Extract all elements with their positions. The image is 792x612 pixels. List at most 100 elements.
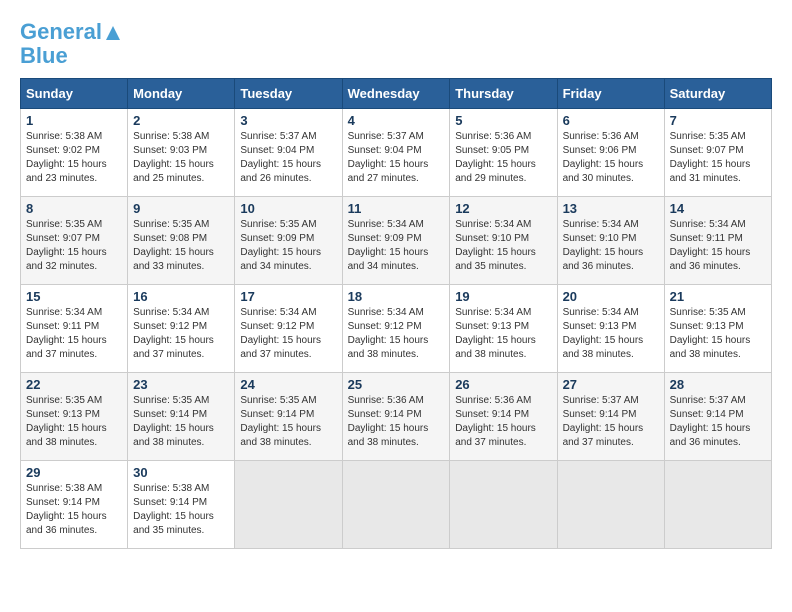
calendar-cell: 24 Sunrise: 5:35 AM Sunset: 9:14 PM Dayli… [235,373,342,461]
weekday-header: Thursday [450,79,557,109]
weekday-header-row: SundayMondayTuesdayWednesdayThursdayFrid… [21,79,772,109]
day-number: 17 [240,289,336,304]
calendar-cell: 27Sunrise: 5:37 AM Sunset: 9:14 PM Dayli… [557,373,664,461]
day-info: Sunrise: 5:34 AM Sunset: 9:10 PM Dayligh… [563,218,659,274]
calendar-cell: 2 Sunrise: 5:38 AM Sunset: 9:03 PM Daylig… [128,109,235,197]
calendar-week-row: 22 Sunrise: 5:35 AM Sunset: 9:13 PM Dayli… [21,373,772,461]
day-number: 23 [133,377,229,392]
day-number: 28 [670,377,766,392]
calendar-cell: 19 Sunrise: 5:34 AM Sunset: 9:13 PM Dayli… [450,285,557,373]
day-number: 22 [26,377,122,392]
day-info: Sunrise: 5:34 AM Sunset: 9:11 PM Dayligh… [670,218,766,274]
day-info: Sunrise: 5:37 AM Sunset: 9:14 PM Dayligh… [563,394,659,450]
calendar-cell: 13Sunrise: 5:34 AM Sunset: 9:10 PM Dayli… [557,197,664,285]
calendar-cell: 14 Sunrise: 5:34 AM Sunset: 9:11 PM Dayli… [664,197,771,285]
day-info: Sunrise: 5:35 AM Sunset: 9:09 PM Dayligh… [240,218,336,274]
logo-icon [104,24,122,42]
day-info: Sunrise: 5:34 AM Sunset: 9:09 PM Dayligh… [348,218,445,274]
calendar-cell: 10Sunrise: 5:35 AM Sunset: 9:09 PM Dayli… [235,197,342,285]
day-info: Sunrise: 5:36 AM Sunset: 9:06 PM Dayligh… [563,130,659,186]
calendar-cell: 16 Sunrise: 5:34 AM Sunset: 9:12 PM Dayli… [128,285,235,373]
day-number: 2 [133,113,229,128]
calendar-cell: 12 Sunrise: 5:34 AM Sunset: 9:10 PM Dayli… [450,197,557,285]
calendar-cell: 17 Sunrise: 5:34 AM Sunset: 9:12 PM Dayli… [235,285,342,373]
day-info: Sunrise: 5:35 AM Sunset: 9:07 PM Dayligh… [26,218,122,274]
day-number: 9 [133,201,229,216]
day-number: 25 [348,377,445,392]
calendar-cell: 9 Sunrise: 5:35 AM Sunset: 9:08 PM Daylig… [128,197,235,285]
calendar-week-row: 15Sunrise: 5:34 AM Sunset: 9:11 PM Dayli… [21,285,772,373]
weekday-header: Wednesday [342,79,450,109]
day-number: 18 [348,289,445,304]
calendar-cell: 23 Sunrise: 5:35 AM Sunset: 9:14 PM Dayli… [128,373,235,461]
day-info: Sunrise: 5:36 AM Sunset: 9:14 PM Dayligh… [348,394,445,450]
day-info: Sunrise: 5:34 AM Sunset: 9:12 PM Dayligh… [240,306,336,362]
logo-text: General Blue [20,20,122,68]
day-number: 15 [26,289,122,304]
weekday-header: Sunday [21,79,128,109]
calendar-cell [557,461,664,549]
day-number: 20 [563,289,659,304]
day-info: Sunrise: 5:34 AM Sunset: 9:13 PM Dayligh… [455,306,551,362]
day-info: Sunrise: 5:35 AM Sunset: 9:07 PM Dayligh… [670,130,766,186]
day-number: 16 [133,289,229,304]
day-number: 21 [670,289,766,304]
calendar-week-row: 1Sunrise: 5:38 AM Sunset: 9:02 PM Daylig… [21,109,772,197]
day-info: Sunrise: 5:36 AM Sunset: 9:05 PM Dayligh… [455,130,551,186]
weekday-header: Tuesday [235,79,342,109]
calendar-cell: 15Sunrise: 5:34 AM Sunset: 9:11 PM Dayli… [21,285,128,373]
day-number: 12 [455,201,551,216]
day-number: 14 [670,201,766,216]
weekday-header: Saturday [664,79,771,109]
calendar-cell [450,461,557,549]
day-number: 3 [240,113,336,128]
calendar-cell [664,461,771,549]
day-info: Sunrise: 5:35 AM Sunset: 9:14 PM Dayligh… [133,394,229,450]
calendar-cell: 7 Sunrise: 5:35 AM Sunset: 9:07 PM Daylig… [664,109,771,197]
day-number: 7 [670,113,766,128]
calendar-cell: 4Sunrise: 5:37 AM Sunset: 9:04 PM Daylig… [342,109,450,197]
day-number: 11 [348,201,445,216]
calendar-cell: 30Sunrise: 5:38 AM Sunset: 9:14 PM Dayli… [128,461,235,549]
calendar-cell [235,461,342,549]
calendar-cell: 20 Sunrise: 5:34 AM Sunset: 9:13 PM Dayli… [557,285,664,373]
day-number: 8 [26,201,122,216]
day-info: Sunrise: 5:35 AM Sunset: 9:08 PM Dayligh… [133,218,229,274]
calendar-cell: 25 Sunrise: 5:36 AM Sunset: 9:14 PM Dayli… [342,373,450,461]
day-info: Sunrise: 5:34 AM Sunset: 9:10 PM Dayligh… [455,218,551,274]
calendar-cell: 22 Sunrise: 5:35 AM Sunset: 9:13 PM Dayli… [21,373,128,461]
calendar-cell: 3Sunrise: 5:37 AM Sunset: 9:04 PM Daylig… [235,109,342,197]
day-number: 29 [26,465,122,480]
calendar-cell: 28Sunrise: 5:37 AM Sunset: 9:14 PM Dayli… [664,373,771,461]
day-info: Sunrise: 5:38 AM Sunset: 9:14 PM Dayligh… [26,482,122,538]
day-number: 19 [455,289,551,304]
day-number: 24 [240,377,336,392]
day-number: 6 [563,113,659,128]
weekday-header: Friday [557,79,664,109]
day-number: 5 [455,113,551,128]
calendar-cell: 26 Sunrise: 5:36 AM Sunset: 9:14 PM Dayli… [450,373,557,461]
logo-general: General [20,19,102,44]
day-info: Sunrise: 5:37 AM Sunset: 9:04 PM Dayligh… [348,130,445,186]
weekday-header: Monday [128,79,235,109]
calendar-week-row: 29 Sunrise: 5:38 AM Sunset: 9:14 PM Dayli… [21,461,772,549]
calendar-cell: 6 Sunrise: 5:36 AM Sunset: 9:06 PM Daylig… [557,109,664,197]
day-info: Sunrise: 5:38 AM Sunset: 9:02 PM Dayligh… [26,130,122,186]
logo: General Blue [20,20,122,68]
calendar-cell [342,461,450,549]
logo-blue: Blue [20,43,68,68]
day-number: 26 [455,377,551,392]
calendar-cell: 1Sunrise: 5:38 AM Sunset: 9:02 PM Daylig… [21,109,128,197]
calendar-week-row: 8 Sunrise: 5:35 AM Sunset: 9:07 PM Daylig… [21,197,772,285]
page-header: General Blue [20,20,772,68]
day-number: 30 [133,465,229,480]
day-info: Sunrise: 5:35 AM Sunset: 9:14 PM Dayligh… [240,394,336,450]
day-info: Sunrise: 5:34 AM Sunset: 9:12 PM Dayligh… [348,306,445,362]
day-info: Sunrise: 5:34 AM Sunset: 9:13 PM Dayligh… [563,306,659,362]
day-info: Sunrise: 5:34 AM Sunset: 9:12 PM Dayligh… [133,306,229,362]
day-info: Sunrise: 5:36 AM Sunset: 9:14 PM Dayligh… [455,394,551,450]
day-info: Sunrise: 5:35 AM Sunset: 9:13 PM Dayligh… [26,394,122,450]
day-info: Sunrise: 5:38 AM Sunset: 9:03 PM Dayligh… [133,130,229,186]
day-info: Sunrise: 5:35 AM Sunset: 9:13 PM Dayligh… [670,306,766,362]
calendar-cell: 18 Sunrise: 5:34 AM Sunset: 9:12 PM Dayli… [342,285,450,373]
